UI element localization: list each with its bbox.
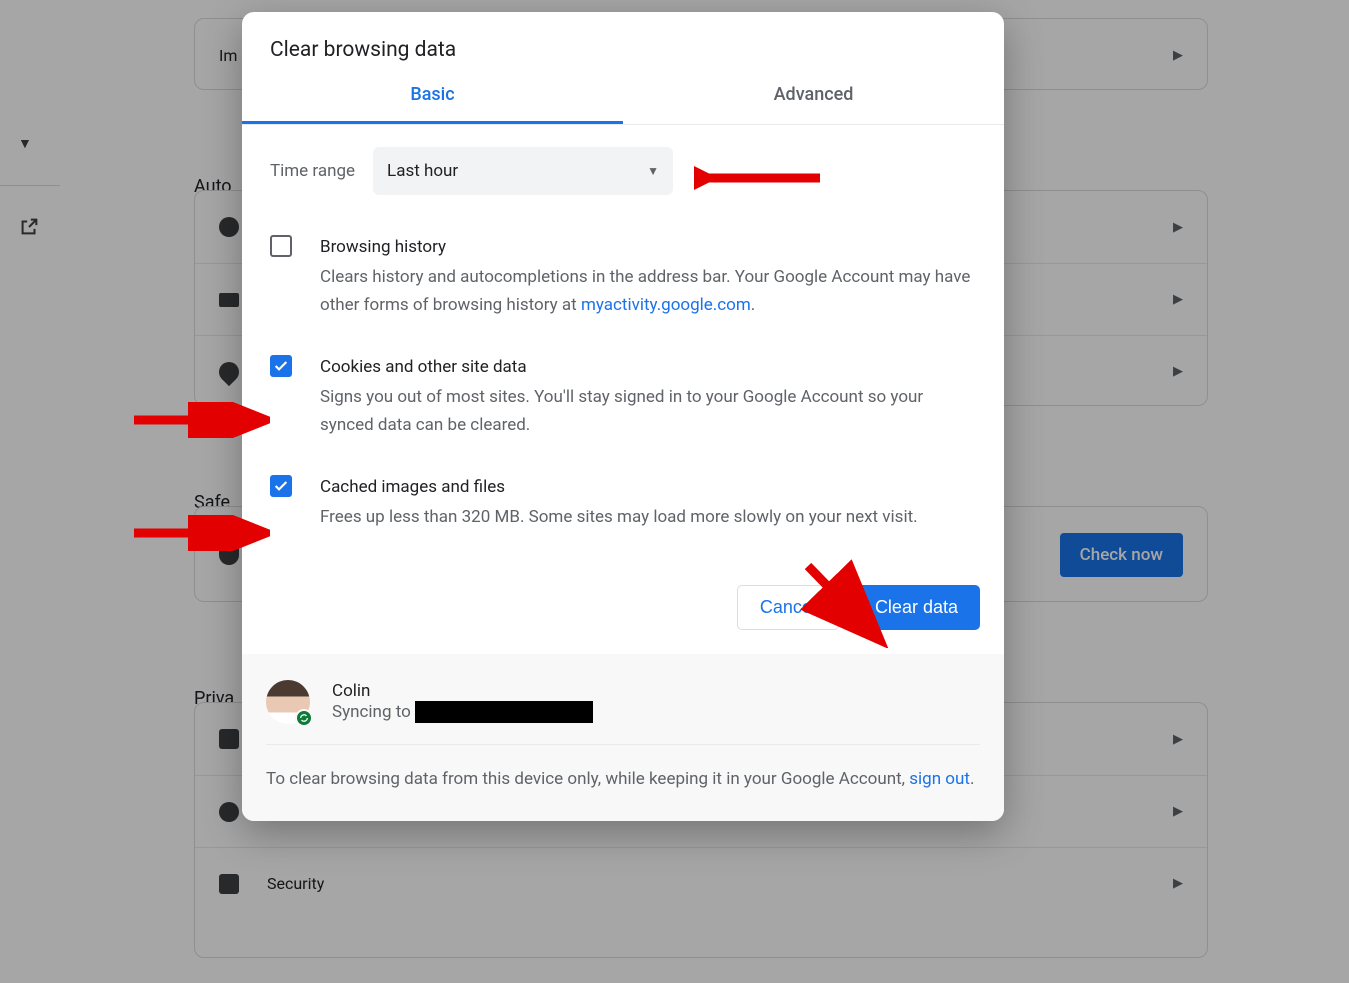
- clear-browsing-data-dialog: Clear browsing data Basic Advanced Time …: [242, 12, 1004, 821]
- sync-info-row: Colin Syncing to: [266, 674, 980, 745]
- redacted-email: [415, 701, 593, 723]
- checkbox-cache[interactable]: [270, 475, 292, 497]
- dialog-title: Clear browsing data: [242, 12, 1004, 84]
- sign-out-link[interactable]: sign out: [909, 769, 970, 789]
- dialog-footer: Colin Syncing to To clear browsing data …: [242, 654, 1004, 821]
- option-browsing-history: Browsing history Clears history and auto…: [270, 223, 980, 343]
- option-cookies: Cookies and other site data Signs you ou…: [270, 343, 980, 463]
- cache-heading: Cached images and files: [320, 473, 918, 501]
- sync-user-name: Colin: [332, 681, 593, 701]
- dropdown-triangle-icon: ▼: [647, 164, 659, 178]
- dialog-body: Time range Last hour ▼ Browsing history …: [242, 125, 1004, 565]
- cookies-heading: Cookies and other site data: [320, 353, 980, 381]
- myactivity-link[interactable]: myactivity.google.com: [581, 295, 751, 315]
- sync-badge-icon: [295, 709, 313, 727]
- history-desc: Clears history and autocompletions in th…: [320, 267, 970, 315]
- cache-desc: Frees up less than 320 MB. Some sites ma…: [320, 507, 918, 527]
- cancel-button[interactable]: Cancel: [737, 585, 839, 630]
- footer-note: To clear browsing data from this device …: [266, 745, 980, 793]
- time-range-select[interactable]: Last hour ▼: [373, 147, 673, 195]
- time-range-label: Time range: [270, 161, 355, 181]
- dialog-actions: Cancel Clear data: [242, 565, 1004, 654]
- checkbox-cookies[interactable]: [270, 355, 292, 377]
- tab-basic[interactable]: Basic: [242, 84, 623, 124]
- sync-status: Syncing to: [332, 701, 593, 723]
- history-heading: Browsing history: [320, 233, 980, 261]
- clear-data-button[interactable]: Clear data: [853, 585, 980, 630]
- time-range-row: Time range Last hour ▼: [270, 147, 980, 195]
- avatar-wrap: [266, 680, 310, 724]
- checkbox-browsing-history[interactable]: [270, 235, 292, 257]
- option-cache: Cached images and files Frees up less th…: [270, 463, 980, 555]
- dialog-tabs: Basic Advanced: [242, 84, 1004, 125]
- cookies-desc: Signs you out of most sites. You'll stay…: [320, 387, 923, 435]
- time-range-value: Last hour: [387, 161, 458, 181]
- tab-advanced[interactable]: Advanced: [623, 84, 1004, 124]
